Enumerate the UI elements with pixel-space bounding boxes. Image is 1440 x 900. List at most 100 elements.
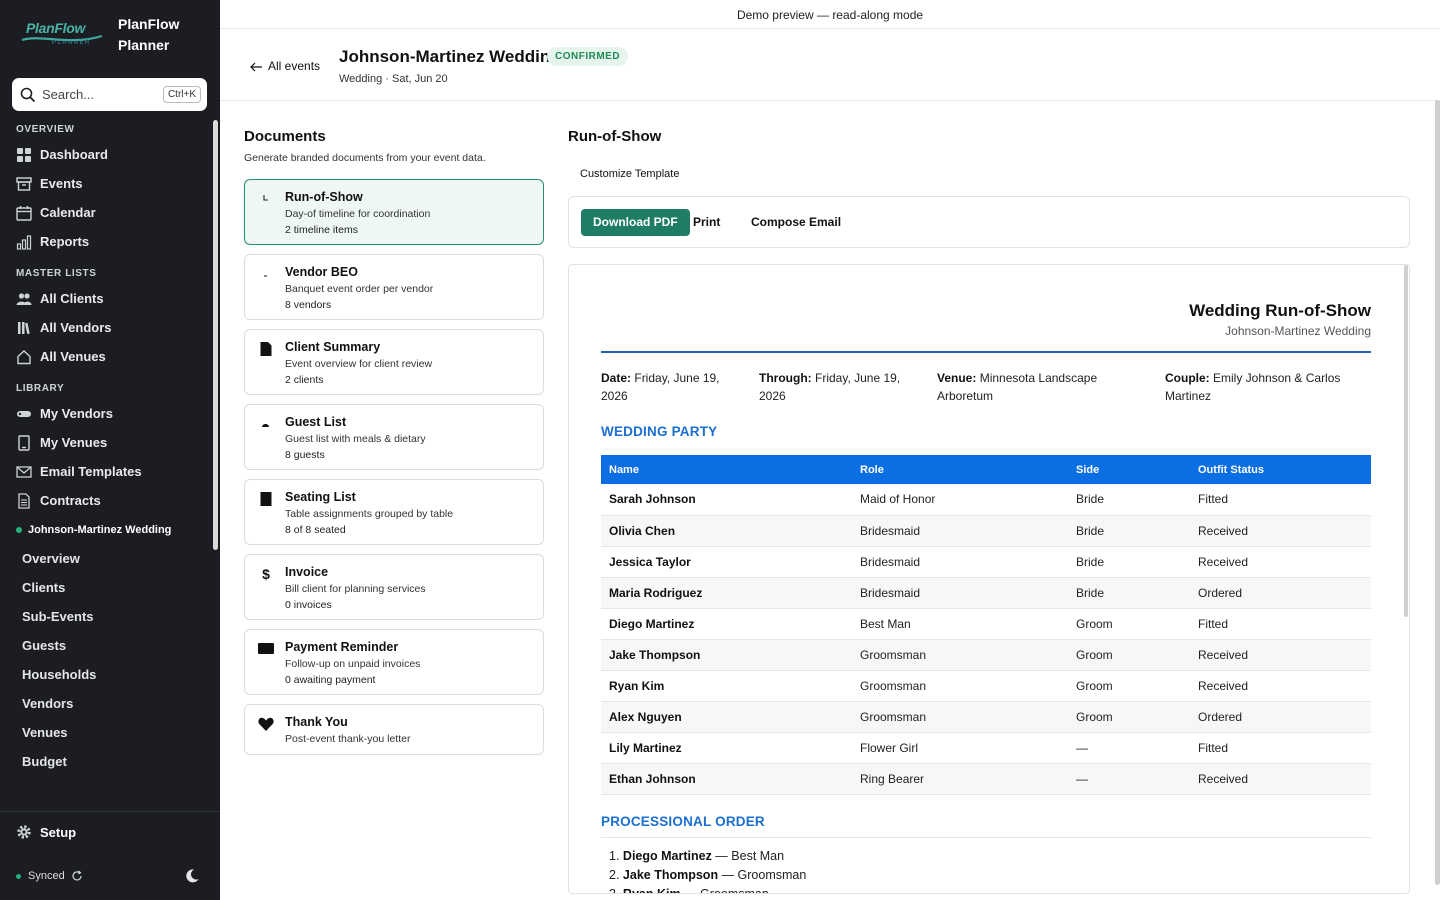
- doc-card-title: Invoice: [285, 565, 329, 579]
- meta-label: Venue:: [937, 371, 977, 385]
- setup-button[interactable]: Setup: [16, 824, 76, 840]
- doc-card-title: Payment Reminder: [285, 640, 399, 654]
- sidebar-item-label: Contracts: [40, 493, 101, 508]
- doc-card-payment-reminder[interactable]: Payment Reminder Follow-up on unpaid inv…: [244, 629, 544, 695]
- search-input[interactable]: [42, 87, 154, 102]
- sidebar: PlanFlow PLANNER PlanFlow Planner Ctrl+K…: [0, 0, 220, 900]
- event-nav-budget[interactable]: Budget: [0, 747, 212, 776]
- sync-dot: [16, 873, 21, 879]
- sidebar-item-all-venues[interactable]: All Venues: [0, 342, 212, 371]
- download-pdf-button[interactable]: Download PDF: [581, 209, 690, 236]
- outfit-status-cell: Received: [1190, 546, 1371, 578]
- status-badge: CONFIRMED: [547, 47, 629, 66]
- sidebar-item-reports[interactable]: Reports: [0, 227, 212, 256]
- event-nav-overview[interactable]: Overview: [0, 544, 212, 573]
- card-icon: [258, 642, 274, 656]
- role-cell: Bridesmaid: [852, 577, 1068, 609]
- doc-card-seating-list[interactable]: Seating List Table assignments grouped b…: [244, 479, 544, 545]
- sidebar-item-events[interactable]: Events: [0, 169, 212, 198]
- app-name: PlanFlow Planner: [118, 14, 179, 56]
- doc-card-invoice[interactable]: $ Invoice Bill client for planning servi…: [244, 554, 544, 620]
- doc-card-desc: Event overview for client review: [285, 358, 433, 370]
- search-box[interactable]: Ctrl+K: [12, 78, 207, 111]
- processional-name: Diego Martinez: [622, 849, 712, 863]
- sidebar-item-label: All Vendors: [40, 320, 112, 335]
- compose-email-button[interactable]: Compose Email: [751, 209, 841, 236]
- sidebar-item-email-templates[interactable]: Email Templates: [0, 457, 212, 486]
- meta-value: Friday, June 19,: [634, 371, 720, 385]
- books-icon: [16, 320, 32, 336]
- sidebar-item-label: Events: [40, 176, 83, 191]
- table-row: Jake Thompson Groomsman Groom Received: [601, 639, 1371, 671]
- column-header: Name: [601, 455, 852, 484]
- doc-card-title: Vendor BEO: [285, 265, 358, 279]
- table-header-row: Name Role Side Outfit Status: [601, 455, 1371, 484]
- documents-subtitle: Generate branded documents from your eve…: [244, 152, 486, 164]
- doc-card-count: 0 invoices: [285, 599, 332, 611]
- sidebar-item-label: Reports: [40, 234, 90, 249]
- table-row: Diego Martinez Best Man Groom Fitted: [601, 608, 1371, 640]
- logo-subtext: PLANNER: [52, 40, 91, 46]
- role-cell: Ring Bearer: [852, 763, 1068, 795]
- processional-name: Jake Thompson: [622, 868, 719, 882]
- processional-name: Ryan Kim: [622, 887, 681, 894]
- wedding-party-table: Name Role Side Outfit Status Sarah Johns…: [601, 455, 1371, 795]
- sidebar-item-all-vendors[interactable]: All Vendors: [0, 313, 212, 342]
- role-cell: Bridesmaid: [852, 546, 1068, 578]
- sidebar-nav: OVERVIEW Dashboard Events Calendar Repor…: [0, 120, 212, 776]
- sidebar-item-my-venues[interactable]: My Venues: [0, 428, 212, 457]
- doc-card-count: 2 timeline items: [285, 224, 358, 236]
- sidebar-item-all-clients[interactable]: All Clients: [0, 284, 212, 313]
- preview-scrollbar[interactable]: [1404, 265, 1408, 617]
- sidebar-footer: Setup Synced: [0, 811, 220, 900]
- customize-template-link[interactable]: Customize Template: [580, 168, 679, 180]
- event-nav-vendors[interactable]: Vendors: [0, 689, 212, 718]
- doc-card-desc: Bill client for planning services: [285, 583, 426, 595]
- meta-label: Couple:: [1165, 371, 1210, 385]
- wedding-party-rows: Sarah Johnson Maid of Honor Bride Fitted Oli…: [601, 484, 1371, 795]
- current-event-header[interactable]: Johnson-Martinez Wedding: [0, 515, 212, 544]
- event-nav-venues[interactable]: Venues: [0, 718, 212, 747]
- main-scrollbar[interactable]: [1435, 100, 1440, 885]
- back-link[interactable]: All events: [250, 59, 320, 73]
- name-cell: Jessica Taylor: [601, 546, 852, 578]
- page-title: Johnson-Martinez Wedding: [339, 47, 561, 66]
- column-header: Role: [852, 455, 1068, 484]
- event-nav-clients[interactable]: Clients: [0, 573, 212, 602]
- table-row: Olivia Chen Bridesmaid Bride Received: [601, 515, 1371, 547]
- sync-status: Synced: [16, 870, 83, 882]
- event-nav-guests[interactable]: Guests: [0, 631, 212, 660]
- doc-card-client-summary[interactable]: Client Summary Event overview for client…: [244, 329, 544, 395]
- doc-card-thank-you[interactable]: Thank You Post-event thank-you letter: [244, 704, 544, 755]
- sidebar-item-dashboard[interactable]: Dashboard: [0, 140, 212, 169]
- sidebar-item-calendar[interactable]: Calendar: [0, 198, 212, 227]
- table-row: Sarah Johnson Maid of Honor Bride Fitted: [601, 484, 1371, 516]
- doc-card-vendor-beo[interactable]: Vendor BEO Banquet event order per vendo…: [244, 254, 544, 320]
- doc-card-count: 8 of 8 seated: [285, 524, 346, 536]
- side-cell: Groom: [1068, 639, 1190, 671]
- processional-role: — Groomsman: [680, 887, 769, 894]
- doc-card-guest-list[interactable]: Guest List Guest list with meals & dieta…: [244, 404, 544, 470]
- sidebar-scrollbar[interactable]: [213, 120, 218, 550]
- action-bar: Download PDF Print Compose Email: [568, 196, 1410, 248]
- doc-card-run-of-show[interactable]: Run-of-Show Day-of timeline for coordina…: [244, 179, 544, 245]
- event-nav-households[interactable]: Households: [0, 660, 212, 689]
- heart-icon: [258, 717, 274, 731]
- doc-card-title: Guest List: [285, 415, 347, 429]
- doc-card-desc: Follow-up on unpaid invoices: [285, 658, 421, 670]
- side-cell: Bride: [1068, 546, 1190, 578]
- print-button[interactable]: Print: [693, 209, 720, 236]
- event-nav-sub-events[interactable]: Sub-Events: [0, 602, 212, 631]
- refresh-icon[interactable]: [71, 870, 83, 882]
- name-cell: Alex Nguyen: [601, 701, 852, 733]
- archive-icon: [16, 176, 32, 192]
- moon-icon[interactable]: [184, 868, 200, 884]
- sidebar-item-contracts[interactable]: Contracts: [0, 486, 212, 515]
- doc-card-count: 8 vendors: [285, 299, 332, 311]
- search-icon: [20, 87, 36, 103]
- column-header: Outfit Status: [1190, 455, 1371, 484]
- users-icon: [16, 291, 32, 307]
- list-item: 2. Jake Thompson — Groomsman: [609, 866, 806, 885]
- doc-card-desc: Banquet event order per vendor: [285, 283, 434, 295]
- sidebar-item-my-vendors[interactable]: My Vendors: [0, 399, 212, 428]
